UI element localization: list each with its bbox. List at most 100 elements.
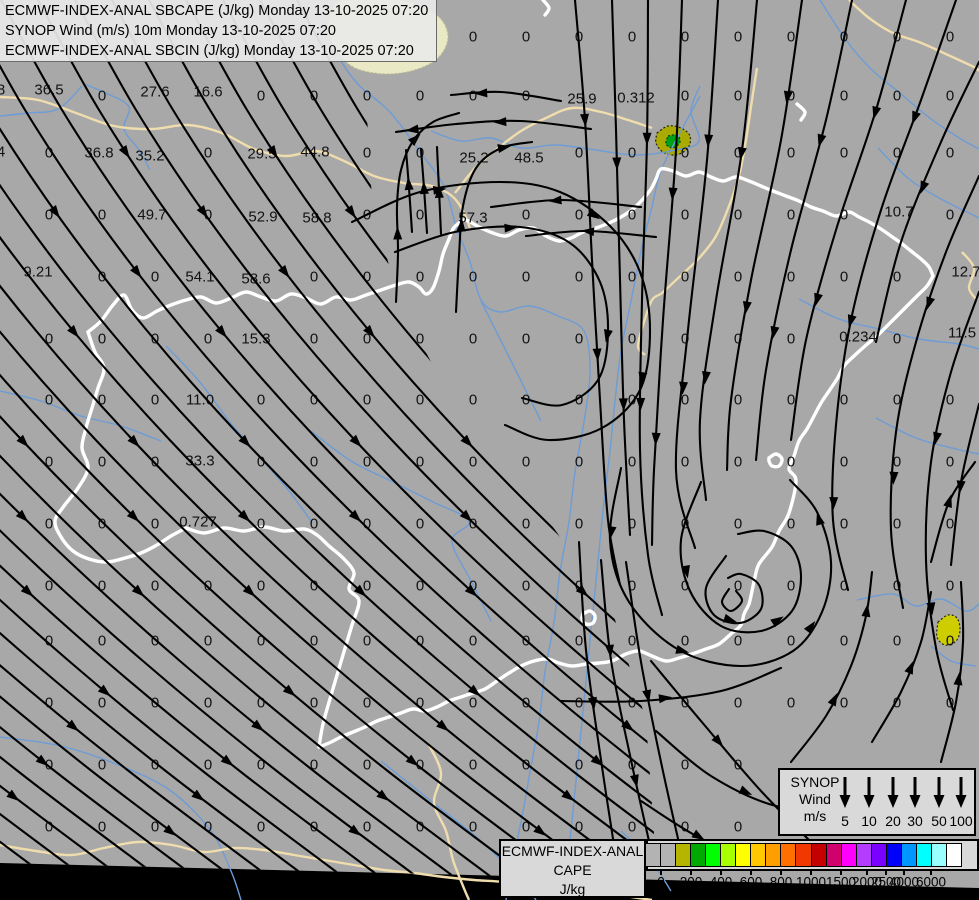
streamline-arrowhead [493,117,507,127]
streamline-arrowhead [718,825,734,840]
streamline [394,111,461,304]
streamline [111,0,658,881]
cape-colorbar-cell [825,843,842,867]
streamline [638,0,664,617]
streamline [754,0,854,462]
cape-colorbar-label: 0 [657,874,665,890]
streamline [674,0,720,550]
streamline-arrowhead [580,113,589,127]
streamline [573,0,622,587]
cape-colorbar-cell [945,843,962,867]
cape-colorbar-label: 800 [769,874,793,890]
streamline [0,0,658,881]
streamline [0,0,348,881]
streamline-arrowhead [636,397,646,411]
cape-colorbar-cell [840,843,857,867]
cape-colorbar-label: 600 [739,874,763,890]
streamline-arrowhead [404,176,414,191]
title-line-sbcin: ECMWF-INDEX-ANAL SBCIN (J/kg) Monday 13-… [5,43,414,59]
cape-colorbar-cell [735,843,752,867]
cape-legend-title-line: ECMWF-INDEX-ANAL [501,843,644,859]
streamline-arrowhead [933,431,942,446]
streamline-arrowhead [770,325,780,340]
cape-legend-title-line: J/kg [559,881,586,897]
wind-speed-label: 100 [949,813,973,829]
streamline [949,402,979,567]
cape-colorbar-cell [795,843,812,867]
cape-colorbar-label: 200 [679,874,703,890]
wind-speed-label: 50 [931,813,947,829]
cape-legend-title-panel: ECMWF-INDEX-ANAL CAPE J/kg [499,839,646,898]
streamline-arrowhead [612,157,622,171]
streamline [789,0,908,442]
streamline [924,290,979,712]
cape-colorbar [645,843,962,867]
streamline-arrowhead [570,509,584,523]
streamline-arrowhead [592,348,602,362]
streamline [704,554,764,625]
cape-colorbar-cell [900,843,917,867]
streamline [393,225,610,407]
streamline-arrowhead [497,144,511,153]
cape-colorbar-cell [660,843,677,867]
streamline [0,0,311,881]
streamline-arrowhead [548,195,562,205]
cape-colorbar-cell [780,843,797,867]
cape-colorbar-cell [915,843,932,867]
wind-speed-label: 30 [907,813,923,829]
cape-colorbar-cell [675,843,692,867]
streamline-arrowhead [912,110,921,125]
streamline [870,590,933,744]
cape-colorbar-cell [750,843,767,867]
streamline-arrowhead [742,300,752,315]
wind-speed-arrow-icon [887,777,899,808]
streamline-arrowhead [723,613,737,623]
wind-speed-label: 10 [861,813,877,829]
streamline [650,0,684,547]
cape-colorbar-cell [645,843,662,867]
streamline-arrowhead [679,381,689,395]
cape-colorbar-cell [705,843,722,867]
title-line-sbcape: ECMWF-INDEX-ANAL SBCAPE (J/kg) Monday 13… [5,3,429,19]
streamline-arrowhead [904,660,914,675]
cape-colorbar-label: 1000 [795,874,827,890]
streamline [222,0,658,881]
streamline [0,0,459,881]
streamline [0,0,607,881]
streamline [185,0,658,881]
streamline [889,174,979,610]
streamline-arrowhead [704,134,714,148]
streamline-arrowhead [668,187,678,201]
streamline [939,580,965,764]
streamline [610,0,632,537]
wind-speed-arrow-icon [909,777,921,808]
streamline [679,480,803,634]
streamline-arrowhead [651,432,661,446]
weather-map-canvas: 0000000000000000000000000000000000000000… [0,0,979,900]
streamline-arrowhead [861,603,871,618]
streamline-arrowhead [642,132,652,146]
streamline-arrowhead [118,145,130,159]
streamline [404,148,414,234]
streamline-arrowhead [474,88,488,98]
streamline [74,0,658,881]
streamline-arrowhead [872,105,882,120]
map-title-block: ECMWF-INDEX-ANAL SBCAPE (J/kg) Monday 13… [0,0,437,62]
wind-speed-arrow-icon [955,777,967,808]
streamline-arrowhead [504,223,518,233]
streamline-arrowhead [266,145,278,159]
wind-speed-arrow-icon [863,777,875,808]
streamline-arrowhead [701,370,711,385]
title-line-wind: SYNOP Wind (m/s) 10m Monday 13-10-2025 0… [5,23,336,39]
streamline-arrowhead [943,494,952,509]
streamline-arrowhead [393,226,403,240]
streamline-arrowhead [816,511,825,526]
streamline-arrowhead [511,324,523,338]
streamline [259,0,658,881]
cape-colorbar-cell [930,843,947,867]
wind-speed-label: 5 [841,813,849,829]
cape-colorbar-cell [870,843,887,867]
cape-colorbar-cell [720,843,737,867]
streamline-arrowhead [926,296,936,311]
cape-colorbar-cell [765,843,782,867]
